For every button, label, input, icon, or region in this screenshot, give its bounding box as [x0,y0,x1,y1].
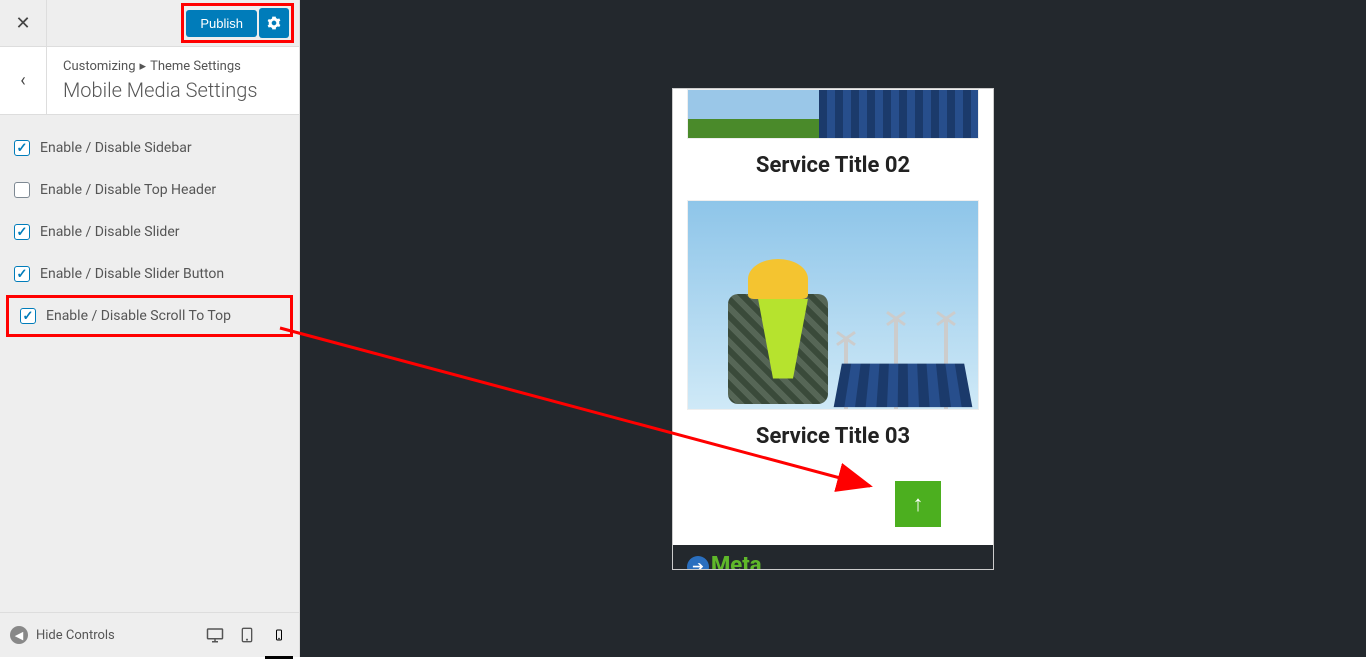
option-row: Enable / Disable Slider [0,211,299,253]
gear-icon[interactable] [259,8,289,38]
page-title: Mobile Media Settings [63,78,283,102]
checkbox[interactable] [14,266,30,282]
meta-icon: ➔ [687,556,709,568]
preview-scroll[interactable]: Service Title 02 Service Title 03 ↑ ➔Met… [673,89,993,569]
publish-button[interactable]: Publish [186,10,257,37]
meta-section: ➔Meta [673,545,993,569]
option-row: Enable / Disable Slider Button [0,253,299,295]
option-row: Enable / Disable Scroll To Top [6,295,293,337]
breadcrumb-path: Customizing▸Theme Settings [63,59,283,74]
options-list: Enable / Disable Sidebar Enable / Disable… [0,115,299,612]
back-icon[interactable]: ‹ [0,47,47,114]
desktop-icon[interactable] [205,625,225,645]
sidebar-header: ✕ Publish [0,0,299,47]
checkbox[interactable] [14,224,30,240]
checkbox[interactable] [20,308,36,324]
breadcrumb: ‹ Customizing▸Theme Settings Mobile Medi… [0,47,299,115]
service-image-2 [687,89,979,139]
service-image-3 [687,200,979,410]
service-title-3: Service Title 03 [687,424,979,449]
chevron-left-icon: ◀ [10,626,28,644]
preview-area: Service Title 02 Service Title 03 ↑ ➔Met… [300,0,1366,657]
scroll-to-top-button[interactable]: ↑ [895,481,941,527]
checkbox[interactable] [14,182,30,198]
option-row: Enable / Disable Sidebar [0,127,299,169]
option-label: Enable / Disable Scroll To Top [46,308,231,324]
sidebar-footer: ◀ Hide Controls [0,612,299,657]
publish-group: Publish [186,8,289,38]
customizer-sidebar: ✕ Publish ‹ Customizing▸Theme Settings M… [0,0,300,657]
option-label: Enable / Disable Slider Button [40,266,224,282]
option-label: Enable / Disable Slider [40,224,180,240]
option-row: Enable / Disable Top Header [0,169,299,211]
mobile-preview: Service Title 02 Service Title 03 ↑ ➔Met… [673,89,993,569]
checkbox[interactable] [14,140,30,156]
mobile-icon[interactable] [269,625,289,645]
close-icon[interactable]: ✕ [0,0,47,47]
device-switcher [205,625,289,645]
arrow-up-icon: ↑ [913,491,924,517]
service-title-2: Service Title 02 [687,153,979,178]
hide-controls-button[interactable]: ◀ Hide Controls [10,626,115,644]
option-label: Enable / Disable Sidebar [40,140,192,156]
option-label: Enable / Disable Top Header [40,182,216,198]
tablet-icon[interactable] [237,625,257,645]
